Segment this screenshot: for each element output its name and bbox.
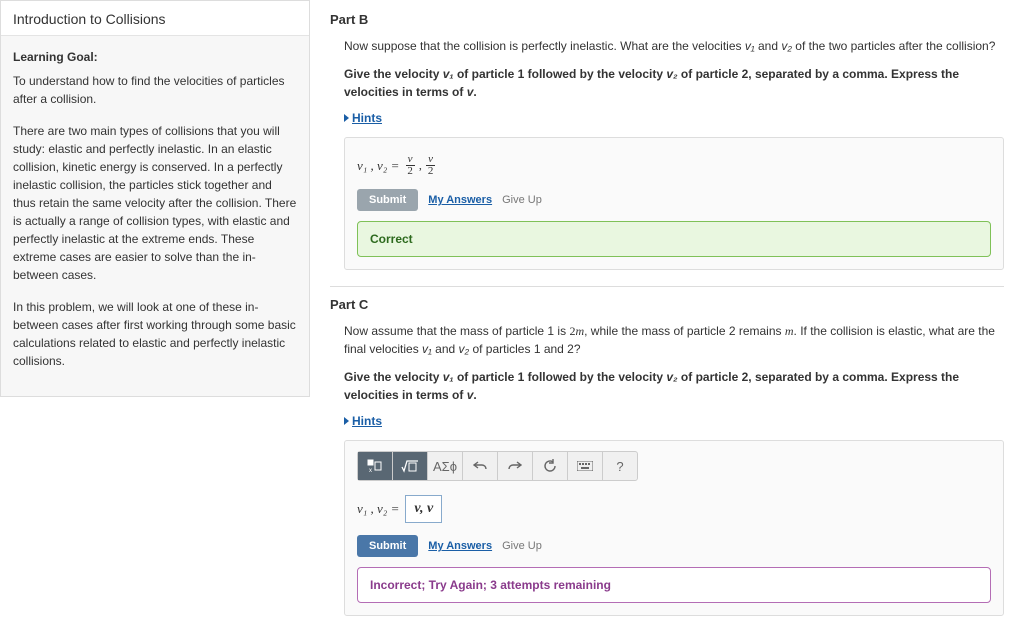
page-title: Introduction to Collisions	[1, 1, 309, 36]
submit-button-c[interactable]: Submit	[357, 535, 418, 557]
give-up-link-c[interactable]: Give Up	[502, 540, 542, 552]
part-c-instructions: Give the velocity v₁ of particle 1 follo…	[344, 368, 1004, 404]
hints-toggle-b[interactable]: Hints	[344, 111, 382, 125]
tool-greek[interactable]: ΑΣϕ	[428, 452, 463, 480]
chevron-right-icon	[344, 114, 349, 122]
part-c-heading: Part C	[330, 297, 1004, 312]
tool-help[interactable]: ?	[603, 452, 637, 480]
tool-keyboard-icon[interactable]	[568, 452, 603, 480]
learning-goal-label: Learning Goal:	[13, 48, 297, 66]
intro-paragraph-1: There are two main types of collisions t…	[13, 122, 297, 284]
chevron-right-icon	[344, 417, 349, 425]
part-c-question: Now assume that the mass of particle 1 i…	[344, 322, 1004, 358]
part-b-heading: Part B	[330, 12, 1004, 27]
answer-label-b: v₁ , v₂ =	[357, 158, 399, 174]
tool-undo-icon[interactable]	[463, 452, 498, 480]
my-answers-link-b[interactable]: My Answers	[428, 194, 492, 206]
svg-text:x: x	[369, 468, 372, 473]
answer-label-c: v₁ , v₂ =	[357, 501, 399, 517]
part-b-question: Now suppose that the collision is perfec…	[344, 37, 1004, 55]
answer-value-b: v2, v2	[405, 154, 435, 177]
give-up-link-b[interactable]: Give Up	[502, 194, 542, 206]
submit-button-b[interactable]: Submit	[357, 189, 418, 211]
tool-redo-icon[interactable]	[498, 452, 533, 480]
tool-template-icon[interactable]: x	[358, 452, 393, 480]
tool-reset-icon[interactable]	[533, 452, 568, 480]
learning-goal-text: To understand how to find the velocities…	[13, 72, 297, 108]
my-answers-link-c[interactable]: My Answers	[428, 540, 492, 552]
equation-toolbar: x ΑΣϕ ?	[357, 451, 638, 481]
divider	[330, 286, 1004, 287]
part-b-instructions: Give the velocity v₁ of particle 1 follo…	[344, 65, 1004, 101]
feedback-incorrect: Incorrect; Try Again; 3 attempts remaini…	[357, 567, 991, 603]
tool-sqrt-icon[interactable]	[393, 452, 428, 480]
hints-toggle-c[interactable]: Hints	[344, 414, 382, 428]
feedback-correct: Correct	[357, 221, 991, 257]
answer-input-c[interactable]: v, v	[405, 495, 442, 523]
intro-paragraph-2: In this problem, we will look at one of …	[13, 298, 297, 370]
